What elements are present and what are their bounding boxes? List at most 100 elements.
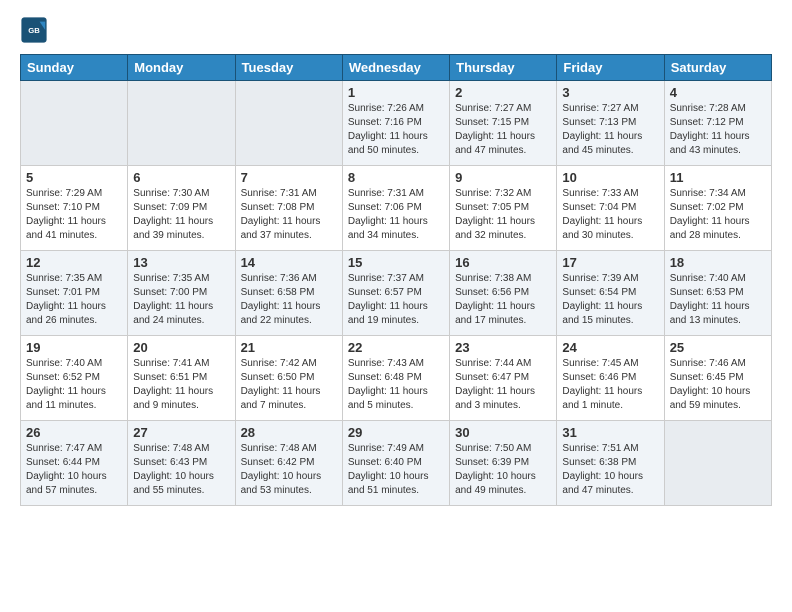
day-info: Sunrise: 7:48 AM Sunset: 6:42 PM Dayligh… bbox=[241, 442, 337, 498]
day-number: 19 bbox=[26, 340, 122, 355]
day-info: Sunrise: 7:29 AM Sunset: 7:10 PM Dayligh… bbox=[26, 187, 122, 243]
calendar-cell: 1Sunrise: 7:26 AM Sunset: 7:16 PM Daylig… bbox=[342, 81, 449, 166]
day-info: Sunrise: 7:35 AM Sunset: 7:01 PM Dayligh… bbox=[26, 272, 122, 328]
calendar-cell: 7 Sunrise: 7:31 AM Sunset: 7:08 PM Daylig… bbox=[235, 166, 342, 251]
week-row-2: 5Sunrise: 7:29 AM Sunset: 7:10 PM Daylig… bbox=[21, 166, 772, 251]
day-info: Sunrise: 7:44 AM Sunset: 6:47 PM Dayligh… bbox=[455, 357, 551, 413]
svg-text:GB: GB bbox=[28, 26, 40, 35]
day-number: 28 bbox=[241, 425, 337, 440]
weekday-header-tuesday: Tuesday bbox=[235, 55, 342, 81]
day-number: 29 bbox=[348, 425, 444, 440]
calendar-cell: 8Sunrise: 7:31 AM Sunset: 7:06 PM Daylig… bbox=[342, 166, 449, 251]
day-info: Sunrise: 7:30 AM Sunset: 7:09 PM Dayligh… bbox=[133, 187, 229, 243]
day-number: 10 bbox=[562, 170, 658, 185]
calendar-cell: 13 Sunrise: 7:35 AM Sunset: 7:00 PM Dayli… bbox=[128, 251, 235, 336]
day-info: Sunrise: 7:40 AM Sunset: 6:52 PM Dayligh… bbox=[26, 357, 122, 413]
day-info: Sunrise: 7:40 AM Sunset: 6:53 PM Dayligh… bbox=[670, 272, 766, 328]
day-info: Sunrise: 7:28 AM Sunset: 7:12 PM Dayligh… bbox=[670, 102, 766, 158]
day-number: 7 bbox=[241, 170, 337, 185]
calendar-cell: 25 Sunrise: 7:46 AM Sunset: 6:45 PM Dayli… bbox=[664, 336, 771, 421]
day-info: Sunrise: 7:34 AM Sunset: 7:02 PM Dayligh… bbox=[670, 187, 766, 243]
calendar-cell: 22 Sunrise: 7:43 AM Sunset: 6:48 PM Dayli… bbox=[342, 336, 449, 421]
day-number: 4 bbox=[670, 85, 766, 100]
day-number: 12 bbox=[26, 255, 122, 270]
day-info: Sunrise: 7:31 AM Sunset: 7:08 PM Dayligh… bbox=[241, 187, 337, 243]
day-number: 30 bbox=[455, 425, 551, 440]
calendar-cell: 4 Sunrise: 7:28 AM Sunset: 7:12 PM Daylig… bbox=[664, 81, 771, 166]
day-info: Sunrise: 7:48 AM Sunset: 6:43 PM Dayligh… bbox=[133, 442, 229, 498]
calendar-cell: 5Sunrise: 7:29 AM Sunset: 7:10 PM Daylig… bbox=[21, 166, 128, 251]
calendar-cell: 28 Sunrise: 7:48 AM Sunset: 6:42 PM Dayli… bbox=[235, 421, 342, 506]
calendar-cell: 23Sunrise: 7:44 AM Sunset: 6:47 PM Dayli… bbox=[450, 336, 557, 421]
day-info: Sunrise: 7:45 AM Sunset: 6:46 PM Dayligh… bbox=[562, 357, 658, 413]
week-row-5: 26 Sunrise: 7:47 AM Sunset: 6:44 PM Dayli… bbox=[21, 421, 772, 506]
day-number: 16 bbox=[455, 255, 551, 270]
day-info: Sunrise: 7:33 AM Sunset: 7:04 PM Dayligh… bbox=[562, 187, 658, 243]
day-info: Sunrise: 7:36 AM Sunset: 6:58 PM Dayligh… bbox=[241, 272, 337, 328]
day-number: 8 bbox=[348, 170, 444, 185]
calendar-cell: 20Sunrise: 7:41 AM Sunset: 6:51 PM Dayli… bbox=[128, 336, 235, 421]
day-info: Sunrise: 7:32 AM Sunset: 7:05 PM Dayligh… bbox=[455, 187, 551, 243]
calendar-cell: 30 Sunrise: 7:50 AM Sunset: 6:39 PM Dayli… bbox=[450, 421, 557, 506]
day-number: 22 bbox=[348, 340, 444, 355]
day-info: Sunrise: 7:27 AM Sunset: 7:13 PM Dayligh… bbox=[562, 102, 658, 158]
day-number: 3 bbox=[562, 85, 658, 100]
day-number: 24 bbox=[562, 340, 658, 355]
calendar-page: GB SundayMondayTuesdayWednesdayThursdayF… bbox=[0, 0, 792, 526]
calendar-cell: 15 Sunrise: 7:37 AM Sunset: 6:57 PM Dayli… bbox=[342, 251, 449, 336]
day-info: Sunrise: 7:50 AM Sunset: 6:39 PM Dayligh… bbox=[455, 442, 551, 498]
day-info: Sunrise: 7:35 AM Sunset: 7:00 PM Dayligh… bbox=[133, 272, 229, 328]
calendar-cell bbox=[21, 81, 128, 166]
day-number: 26 bbox=[26, 425, 122, 440]
weekday-header-sunday: Sunday bbox=[21, 55, 128, 81]
day-info: Sunrise: 7:38 AM Sunset: 6:56 PM Dayligh… bbox=[455, 272, 551, 328]
calendar-cell: 6 Sunrise: 7:30 AM Sunset: 7:09 PM Daylig… bbox=[128, 166, 235, 251]
calendar-cell: 26 Sunrise: 7:47 AM Sunset: 6:44 PM Dayli… bbox=[21, 421, 128, 506]
calendar-cell: 18 Sunrise: 7:40 AM Sunset: 6:53 PM Dayli… bbox=[664, 251, 771, 336]
calendar-cell: 17Sunrise: 7:39 AM Sunset: 6:54 PM Dayli… bbox=[557, 251, 664, 336]
day-info: Sunrise: 7:26 AM Sunset: 7:16 PM Dayligh… bbox=[348, 102, 444, 158]
day-info: Sunrise: 7:27 AM Sunset: 7:15 PM Dayligh… bbox=[455, 102, 551, 158]
calendar-cell: 24 Sunrise: 7:45 AM Sunset: 6:46 PM Dayli… bbox=[557, 336, 664, 421]
day-number: 27 bbox=[133, 425, 229, 440]
day-number: 6 bbox=[133, 170, 229, 185]
calendar-cell: 3 Sunrise: 7:27 AM Sunset: 7:13 PM Daylig… bbox=[557, 81, 664, 166]
calendar-cell: 16 Sunrise: 7:38 AM Sunset: 6:56 PM Dayli… bbox=[450, 251, 557, 336]
weekday-header-friday: Friday bbox=[557, 55, 664, 81]
week-row-4: 19 Sunrise: 7:40 AM Sunset: 6:52 PM Dayli… bbox=[21, 336, 772, 421]
calendar-cell: 31 Sunrise: 7:51 AM Sunset: 6:38 PM Dayli… bbox=[557, 421, 664, 506]
calendar-cell: 29 Sunrise: 7:49 AM Sunset: 6:40 PM Dayli… bbox=[342, 421, 449, 506]
day-info: Sunrise: 7:51 AM Sunset: 6:38 PM Dayligh… bbox=[562, 442, 658, 498]
logo-icon: GB bbox=[20, 16, 48, 44]
day-info: Sunrise: 7:42 AM Sunset: 6:50 PM Dayligh… bbox=[241, 357, 337, 413]
weekday-header-row: SundayMondayTuesdayWednesdayThursdayFrid… bbox=[21, 55, 772, 81]
day-info: Sunrise: 7:39 AM Sunset: 6:54 PM Dayligh… bbox=[562, 272, 658, 328]
day-info: Sunrise: 7:37 AM Sunset: 6:57 PM Dayligh… bbox=[348, 272, 444, 328]
calendar-cell: 19 Sunrise: 7:40 AM Sunset: 6:52 PM Dayli… bbox=[21, 336, 128, 421]
calendar-cell: 10 Sunrise: 7:33 AM Sunset: 7:04 PM Dayli… bbox=[557, 166, 664, 251]
day-number: 21 bbox=[241, 340, 337, 355]
day-info: Sunrise: 7:47 AM Sunset: 6:44 PM Dayligh… bbox=[26, 442, 122, 498]
day-number: 14 bbox=[241, 255, 337, 270]
day-number: 31 bbox=[562, 425, 658, 440]
day-info: Sunrise: 7:49 AM Sunset: 6:40 PM Dayligh… bbox=[348, 442, 444, 498]
calendar-cell: 27 Sunrise: 7:48 AM Sunset: 6:43 PM Dayli… bbox=[128, 421, 235, 506]
day-number: 18 bbox=[670, 255, 766, 270]
calendar-cell: 11 Sunrise: 7:34 AM Sunset: 7:02 PM Dayli… bbox=[664, 166, 771, 251]
day-number: 11 bbox=[670, 170, 766, 185]
day-number: 9 bbox=[455, 170, 551, 185]
calendar-cell bbox=[664, 421, 771, 506]
calendar-cell: 21 Sunrise: 7:42 AM Sunset: 6:50 PM Dayli… bbox=[235, 336, 342, 421]
weekday-header-wednesday: Wednesday bbox=[342, 55, 449, 81]
day-info: Sunrise: 7:43 AM Sunset: 6:48 PM Dayligh… bbox=[348, 357, 444, 413]
week-row-3: 12 Sunrise: 7:35 AM Sunset: 7:01 PM Dayli… bbox=[21, 251, 772, 336]
day-number: 13 bbox=[133, 255, 229, 270]
day-info: Sunrise: 7:41 AM Sunset: 6:51 PM Dayligh… bbox=[133, 357, 229, 413]
logo: GB bbox=[20, 16, 50, 44]
day-number: 25 bbox=[670, 340, 766, 355]
day-info: Sunrise: 7:46 AM Sunset: 6:45 PM Dayligh… bbox=[670, 357, 766, 413]
calendar-table: SundayMondayTuesdayWednesdayThursdayFrid… bbox=[20, 54, 772, 506]
weekday-header-monday: Monday bbox=[128, 55, 235, 81]
calendar-cell bbox=[235, 81, 342, 166]
day-number: 15 bbox=[348, 255, 444, 270]
